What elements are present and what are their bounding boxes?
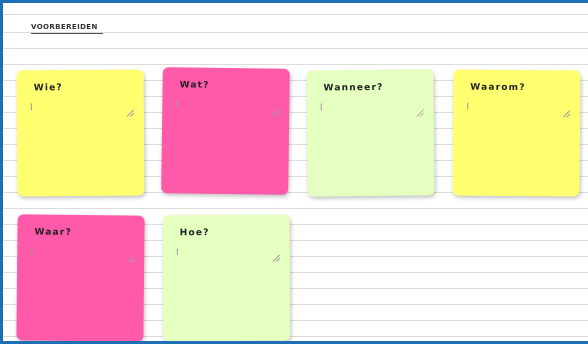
note-waarom[interactable]: Waarom? — [452, 69, 581, 197]
title-underline — [31, 33, 103, 34]
text-caret — [31, 247, 33, 255]
resize-handle-icon[interactable] — [272, 254, 280, 262]
board-frame: VOORBEREIDEN Wie? Wat? Wanneer? Waarom? … — [0, 0, 588, 344]
text-caret — [176, 100, 178, 108]
note-wanneer[interactable]: Wanneer? — [306, 69, 435, 197]
note-label: Wanneer? — [323, 82, 384, 94]
resize-handle-icon[interactable] — [563, 110, 571, 118]
text-caret — [30, 103, 32, 111]
note-wat[interactable]: Wat? — [161, 67, 290, 195]
note-label: Hoe? — [179, 228, 210, 239]
note-label: Waar? — [34, 227, 72, 238]
text-caret — [176, 248, 178, 256]
note-text-input[interactable] — [320, 102, 424, 117]
note-hoe[interactable]: Hoe? — [162, 214, 291, 341]
section-title: VOORBEREIDEN — [31, 23, 98, 31]
text-caret — [320, 103, 322, 111]
note-label: Wie? — [33, 83, 63, 94]
resize-handle-icon[interactable] — [126, 109, 134, 117]
note-text-input[interactable] — [31, 247, 135, 263]
note-text-input[interactable] — [176, 248, 280, 263]
note-text-input[interactable] — [176, 100, 280, 116]
note-text-input[interactable] — [30, 103, 134, 118]
note-waar[interactable]: Waar? — [16, 214, 145, 341]
resize-handle-icon[interactable] — [127, 255, 135, 263]
note-label: Wat? — [179, 80, 210, 91]
note-wie[interactable]: Wie? — [16, 69, 145, 197]
note-label: Waarom? — [470, 82, 526, 94]
note-text-input[interactable] — [467, 102, 571, 118]
resize-handle-icon[interactable] — [272, 108, 280, 116]
resize-handle-icon[interactable] — [416, 109, 424, 117]
text-caret — [467, 102, 469, 110]
